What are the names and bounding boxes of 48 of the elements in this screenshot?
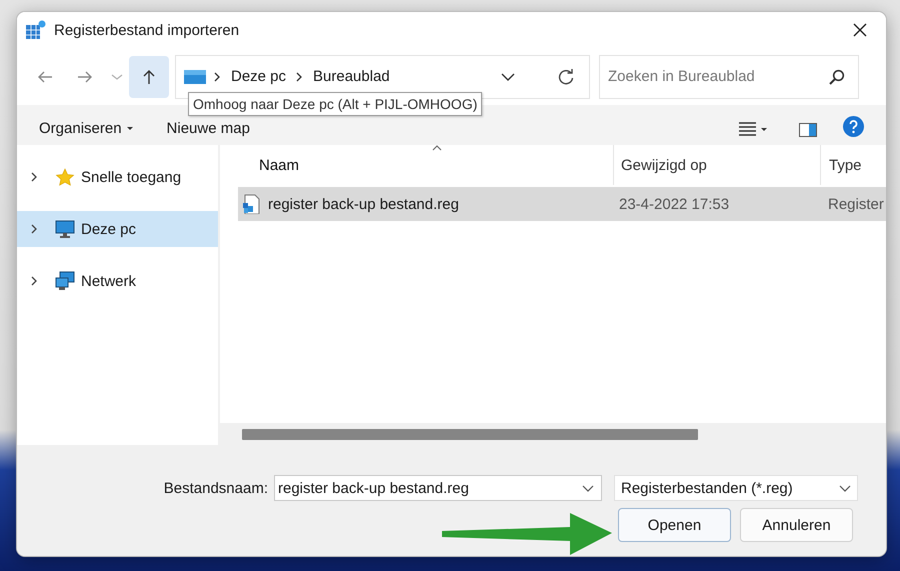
- chevron-right-icon: [31, 172, 38, 182]
- list-icon: [739, 121, 756, 137]
- file-type-dropdown[interactable]: Registerbestanden (*.reg): [614, 475, 858, 501]
- up-button[interactable]: [129, 56, 169, 98]
- chevron-down-icon: [839, 484, 851, 492]
- chevron-right-icon: [296, 72, 304, 82]
- network-icon: [55, 271, 75, 291]
- help-icon: [843, 116, 864, 137]
- star-icon: [55, 168, 75, 186]
- file-name: register back-up bestand.reg: [268, 196, 459, 212]
- up-arrow-icon: [141, 68, 157, 84]
- registry-file-icon: [242, 194, 260, 214]
- back-icon: [37, 68, 53, 84]
- monitor-icon: [184, 68, 206, 84]
- chevron-right-icon: [214, 72, 221, 82]
- sort-caret-icon: [432, 145, 442, 151]
- breadcrumb[interactable]: Bureaublad: [311, 66, 392, 87]
- chevron-down-icon: [582, 485, 594, 492]
- monitor-icon: [55, 219, 75, 239]
- filename-field[interactable]: register back-up bestand.reg: [274, 475, 602, 501]
- file-row[interactable]: register back-up bestand.reg 23-4-2022 17:53 Register: [238, 187, 886, 221]
- close-icon: [852, 22, 868, 38]
- column-header[interactable]: Type: [820, 145, 886, 185]
- tooltip: Omhoog naar Deze pc (Alt + PIJL-OMHOOG): [188, 92, 482, 116]
- table-cell-text: Register: [827, 196, 885, 212]
- sidebar-item[interactable]: Netwerk: [17, 263, 218, 299]
- column-header[interactable]: Gewijzigd op: [613, 145, 820, 185]
- caret-icon: [761, 128, 767, 130]
- open-button[interactable]: Openen: [618, 508, 731, 542]
- toolbar-button[interactable]: Nieuwe map: [158, 116, 258, 141]
- table-cell-text: 23-4-2022 17:53: [618, 196, 730, 212]
- sidebar-item[interactable]: Snelle toegang: [17, 159, 218, 195]
- sidebar-item[interactable]: Deze pc: [17, 211, 218, 247]
- search-field[interactable]: Zoeken in Bureaublad: [599, 54, 859, 98]
- breadcrumb[interactable]: Deze pc: [229, 66, 288, 87]
- chevron-right-icon: [31, 276, 38, 286]
- refresh-icon: [558, 68, 574, 84]
- column-header[interactable]: Naam: [220, 145, 613, 185]
- menu-button[interactable]: Organiseren: [31, 116, 141, 141]
- forward-icon: [77, 68, 93, 84]
- window-title: Registerbestand importeren: [54, 22, 240, 38]
- chevron-right-icon: [31, 224, 38, 234]
- chevron-down-icon: [501, 72, 515, 80]
- filename-label: Bestandsnaam:: [162, 480, 269, 496]
- search-icon: [829, 68, 845, 84]
- pane-icon: [799, 123, 817, 137]
- cancel-button[interactable]: Annuleren: [740, 508, 853, 542]
- registry-icon: [25, 20, 46, 40]
